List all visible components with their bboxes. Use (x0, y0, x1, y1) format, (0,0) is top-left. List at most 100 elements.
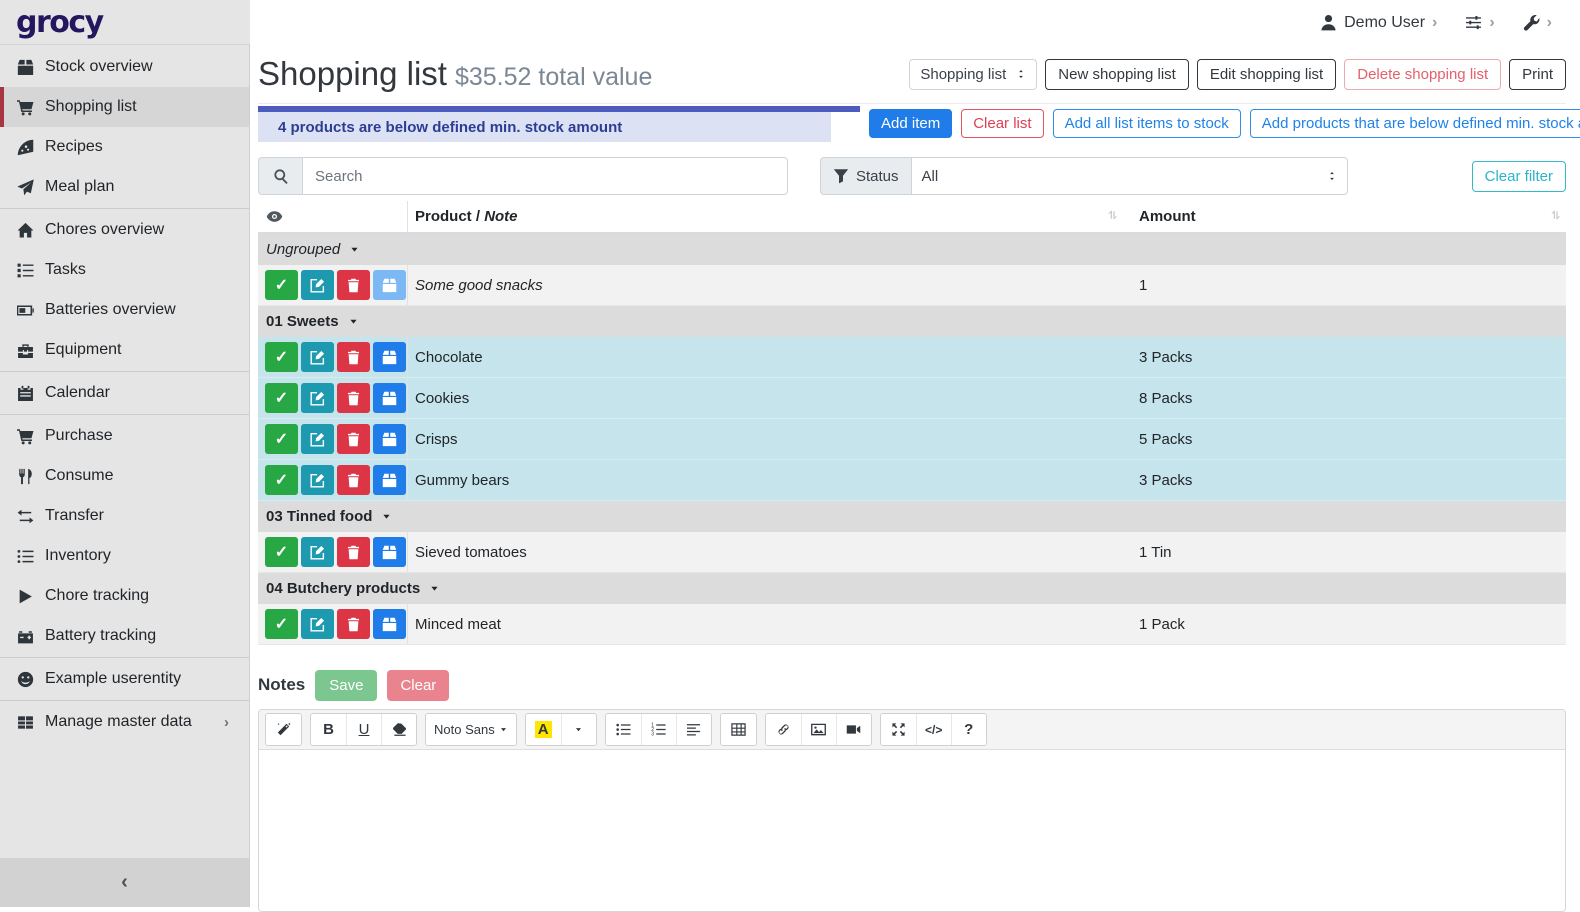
sidebar-item-chore-tracking[interactable]: Chore tracking (0, 576, 249, 616)
edit-item-button[interactable] (301, 609, 334, 639)
shopping-list-row-crisps: ✓Crisps5 Packs (258, 419, 1566, 460)
caret-down-icon (349, 244, 360, 255)
admin-menu[interactable]: › (1523, 14, 1552, 32)
editor-link-button[interactable] (766, 714, 801, 745)
editor-fullscreen-button[interactable] (881, 714, 916, 745)
toggle-done-visibility-header[interactable] (258, 201, 408, 232)
edit-item-button[interactable] (301, 465, 334, 495)
mark-done-button[interactable]: ✓ (265, 270, 298, 300)
notes-editor-area[interactable] (259, 750, 1565, 911)
sidebar-item-example-userentity[interactable]: Example userentity (0, 659, 249, 699)
shopping-list-table: Product / Note Amount Ungrouped✓Some goo… (258, 201, 1566, 645)
sidebar-item-tasks[interactable]: Tasks (0, 250, 249, 290)
clear-filter-button[interactable]: Clear filter (1472, 161, 1566, 192)
sidebar-item-batteries-overview[interactable]: Batteries overview (0, 290, 249, 330)
status-select[interactable]: All (911, 157, 1348, 195)
editor-help-button[interactable]: ? (951, 714, 986, 745)
add-to-stock-button[interactable] (373, 609, 406, 639)
sidebar-item-purchase[interactable]: Purchase (0, 416, 249, 456)
add-to-stock-button[interactable] (373, 424, 406, 454)
add-below-min-stock-button[interactable]: Add products that are below defined min.… (1250, 109, 1580, 138)
calendar-icon (15, 385, 35, 402)
notes-save-button[interactable]: Save (315, 670, 377, 701)
add-to-stock-button[interactable] (373, 383, 406, 413)
mark-done-button[interactable]: ✓ (265, 465, 298, 495)
sidebar-item-calendar[interactable]: Calendar (0, 373, 249, 413)
editor-color-button[interactable]: A (526, 714, 561, 745)
delete-item-button[interactable] (337, 342, 370, 372)
sidebar-item-recipes[interactable]: Recipes (0, 127, 249, 167)
add-to-stock-button[interactable] (373, 342, 406, 372)
sidebar-item-stock-overview[interactable]: Stock overview (0, 47, 249, 87)
sidebar-collapse-button[interactable]: ‹ (0, 858, 249, 907)
editor-video-button[interactable] (836, 714, 871, 745)
sidebar-item-chores-overview[interactable]: Chores overview (0, 210, 249, 250)
editor-paragraph-button[interactable] (676, 714, 711, 745)
settings-menu[interactable]: › (1465, 14, 1494, 32)
add-to-stock-button[interactable] (373, 270, 406, 300)
editor-picture-button[interactable] (801, 714, 836, 745)
delete-item-button[interactable] (337, 383, 370, 413)
group-header-row-04-butchery-products[interactable]: 04 Butchery products (258, 573, 1566, 604)
print-button[interactable]: Print (1509, 59, 1566, 90)
shopping-list-select[interactable]: Shopping list (909, 59, 1037, 90)
user-menu[interactable]: Demo User › (1320, 14, 1437, 32)
add-all-to-stock-button[interactable]: Add all list items to stock (1053, 109, 1241, 138)
editor-color-caret-button[interactable] (561, 714, 596, 745)
delete-item-button[interactable] (337, 537, 370, 567)
sidebar-item-meal-plan[interactable]: Meal plan (0, 167, 249, 207)
add-item-button[interactable]: Add item (869, 109, 952, 138)
editor-eraser-button[interactable] (381, 714, 416, 745)
mark-done-button[interactable]: ✓ (265, 537, 298, 567)
editor-codeview-button[interactable]: </> (916, 714, 951, 745)
edit-icon (310, 391, 325, 406)
edit-item-button[interactable] (301, 270, 334, 300)
add-to-stock-button[interactable] (373, 537, 406, 567)
editor-underline-button[interactable]: U (346, 714, 381, 745)
mark-done-button[interactable]: ✓ (265, 383, 298, 413)
mark-done-button[interactable]: ✓ (265, 424, 298, 454)
caret-down-icon (348, 316, 359, 327)
editor-table-button[interactable] (721, 714, 756, 745)
trash-icon (346, 350, 361, 365)
editor-fontname-button[interactable]: Noto Sans (426, 714, 516, 745)
sidebar-item-battery-tracking[interactable]: Battery tracking (0, 616, 249, 656)
editor-ul-button[interactable] (606, 714, 641, 745)
clear-list-button[interactable]: Clear list (961, 109, 1043, 138)
app-logo[interactable]: grocy (0, 0, 250, 45)
delete-shopping-list-button[interactable]: Delete shopping list (1344, 59, 1501, 90)
sidebar-item-inventory[interactable]: Inventory (0, 536, 249, 576)
delete-item-button[interactable] (337, 465, 370, 495)
group-header-row-ungrouped[interactable]: Ungrouped (258, 234, 1566, 265)
edit-item-button[interactable] (301, 424, 334, 454)
edit-item-button[interactable] (301, 383, 334, 413)
mark-done-button[interactable]: ✓ (265, 342, 298, 372)
delete-item-button[interactable] (337, 270, 370, 300)
sidebar-item-equipment[interactable]: Equipment (0, 330, 249, 370)
product-column-header[interactable]: Product / Note (408, 201, 1127, 232)
sidebar-item-label: Stock overview (45, 58, 153, 76)
edit-icon (310, 545, 325, 560)
new-shopping-list-button[interactable]: New shopping list (1045, 59, 1189, 90)
delete-item-button[interactable] (337, 609, 370, 639)
amount-column-header[interactable]: Amount (1127, 201, 1566, 232)
delete-item-button[interactable] (337, 424, 370, 454)
editor-ol-button[interactable]: 123 (641, 714, 676, 745)
sidebar-item-transfer[interactable]: Transfer (0, 496, 249, 536)
mark-done-button[interactable]: ✓ (265, 609, 298, 639)
edit-item-button[interactable] (301, 342, 334, 372)
sidebar-item-consume[interactable]: Consume (0, 456, 249, 496)
notes-clear-button[interactable]: Clear (387, 670, 449, 701)
editor-magic-button[interactable] (266, 714, 301, 745)
group-header-row-03-tinned-food[interactable]: 03 Tinned food (258, 501, 1566, 532)
search-input[interactable] (302, 157, 788, 195)
sidebar-item-shopping-list[interactable]: Shopping list (0, 87, 249, 127)
group-header-row-01-sweets[interactable]: 01 Sweets (258, 306, 1566, 337)
svg-text:3: 3 (651, 732, 654, 738)
editor-bold-button[interactable]: B (311, 714, 346, 745)
add-to-stock-button[interactable] (373, 465, 406, 495)
sidebar-item-manage-master-data[interactable]: Manage master data› (0, 702, 249, 742)
edit-item-button[interactable] (301, 537, 334, 567)
edit-shopping-list-button[interactable]: Edit shopping list (1197, 59, 1336, 90)
alert-row: 4 products are below defined min. stock … (258, 106, 1566, 144)
